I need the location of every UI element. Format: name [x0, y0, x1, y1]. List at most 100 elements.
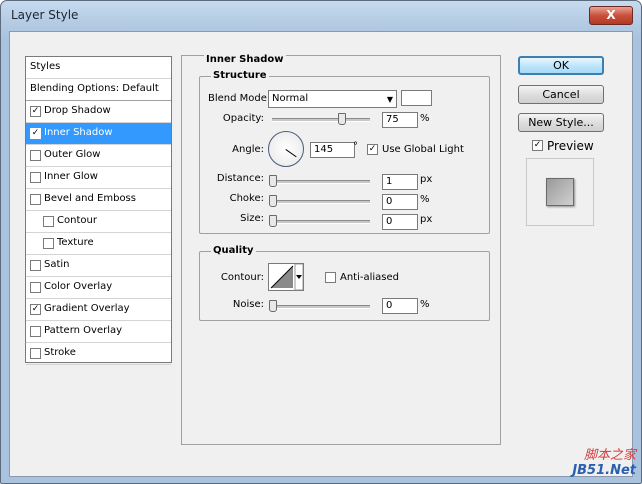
- choke-unit: %: [420, 194, 430, 205]
- style-checkbox[interactable]: [30, 348, 41, 359]
- panel-title: Inner Shadow: [204, 54, 286, 65]
- angle-dial-hand: [285, 149, 297, 158]
- style-item-color-overlay[interactable]: Color Overlay: [26, 277, 171, 299]
- noise-slider-thumb[interactable]: [269, 300, 277, 312]
- size-slider-thumb[interactable]: [269, 215, 277, 227]
- style-item-label: Bevel and Emboss: [44, 193, 136, 204]
- style-item-pattern-overlay[interactable]: Pattern Overlay: [26, 321, 171, 343]
- angle-input[interactable]: 145: [310, 142, 355, 158]
- opacity-slider-track[interactable]: [272, 118, 370, 122]
- preview-label: Preview: [547, 139, 594, 153]
- use-global-light-checkbox[interactable]: ✓: [367, 144, 378, 155]
- choke-input[interactable]: 0: [382, 194, 418, 210]
- degree-symbol: °: [353, 141, 358, 152]
- style-checkbox[interactable]: [30, 194, 41, 205]
- opacity-input[interactable]: 75: [382, 112, 418, 128]
- size-label: Size:: [240, 213, 264, 224]
- style-item-outer-glow[interactable]: Outer Glow: [26, 145, 171, 167]
- title-bar[interactable]: Layer Style X: [1, 1, 641, 29]
- styles-list: Styles Blending Options: Default ✓ Drop S…: [25, 56, 172, 365]
- distance-slider-thumb[interactable]: [269, 175, 278, 187]
- style-checkbox[interactable]: ✓: [30, 106, 41, 117]
- quality-group: [199, 251, 490, 321]
- style-checkbox[interactable]: [30, 150, 41, 161]
- preview-checkbox[interactable]: ✓: [532, 140, 543, 151]
- style-item-label: Drop Shadow: [44, 105, 111, 116]
- style-item-inner-shadow[interactable]: ✓ Inner Shadow: [26, 123, 171, 145]
- style-item-satin[interactable]: Satin: [26, 255, 171, 277]
- blending-options-label: Blending Options: Default: [30, 83, 159, 94]
- style-checkbox[interactable]: [30, 326, 41, 337]
- style-item-texture[interactable]: Texture: [26, 233, 171, 255]
- style-item-drop-shadow[interactable]: ✓ Drop Shadow: [26, 101, 171, 123]
- style-item-stroke[interactable]: Stroke: [26, 343, 171, 365]
- style-item-inner-glow[interactable]: Inner Glow: [26, 167, 171, 189]
- noise-input[interactable]: 0: [382, 298, 418, 314]
- style-item-label: Inner Glow: [44, 171, 98, 182]
- contour-label: Contour:: [220, 272, 264, 283]
- size-input[interactable]: 0: [382, 214, 418, 230]
- blend-mode-select[interactable]: Normal ▼: [268, 90, 397, 108]
- angle-dial[interactable]: [268, 131, 304, 167]
- style-item-label: Satin: [44, 259, 70, 270]
- blend-mode-label: Blend Mode:: [208, 93, 271, 104]
- style-item-label: Inner Shadow: [44, 127, 113, 138]
- style-checkbox[interactable]: [30, 172, 41, 183]
- structure-title: Structure: [211, 70, 269, 81]
- distance-label: Distance:: [216, 173, 264, 184]
- angle-label: Angle:: [232, 144, 264, 155]
- distance-unit: px: [420, 174, 433, 185]
- close-button[interactable]: X: [589, 6, 633, 25]
- size-slider-track[interactable]: [272, 220, 370, 224]
- style-item-label: Outer Glow: [44, 149, 101, 160]
- blending-options[interactable]: Blending Options: Default: [26, 79, 171, 101]
- preview-check-icon: ✓: [533, 140, 542, 150]
- contour-curve-icon: [270, 264, 303, 290]
- use-global-light-check-icon: ✓: [368, 144, 377, 154]
- opacity-slider-thumb[interactable]: [338, 113, 346, 125]
- choke-slider-thumb[interactable]: [269, 195, 277, 207]
- style-item-label: Pattern Overlay: [44, 325, 123, 336]
- style-item-bevel-and-emboss[interactable]: Bevel and Emboss: [26, 189, 171, 211]
- style-checkbox[interactable]: [43, 216, 54, 227]
- watermark: 脚本之家 JB51.Net: [572, 444, 636, 478]
- style-checkbox[interactable]: ✓: [30, 128, 41, 139]
- new-style-button[interactable]: New Style...: [518, 113, 604, 132]
- watermark-line-2: JB51.Net: [572, 463, 636, 478]
- cancel-button[interactable]: Cancel: [518, 85, 604, 104]
- style-checkbox[interactable]: [30, 260, 41, 271]
- style-item-gradient-overlay[interactable]: ✓ Gradient Overlay: [26, 299, 171, 321]
- style-item-contour[interactable]: Contour: [26, 211, 171, 233]
- noise-unit: %: [420, 299, 430, 310]
- close-icon: X: [606, 8, 616, 22]
- style-checkbox[interactable]: ✓: [30, 304, 41, 315]
- distance-slider-track[interactable]: [272, 180, 370, 184]
- contour-picker[interactable]: [268, 263, 304, 291]
- styles-header[interactable]: Styles: [26, 57, 171, 79]
- opacity-unit: %: [420, 113, 430, 124]
- quality-title: Quality: [211, 245, 256, 256]
- style-item-label: Texture: [57, 237, 94, 248]
- noise-label: Noise:: [232, 299, 264, 310]
- shadow-color-swatch[interactable]: [401, 90, 432, 106]
- style-item-label: Stroke: [44, 347, 76, 358]
- style-checkbox[interactable]: [43, 238, 54, 249]
- blend-mode-value: Normal: [272, 93, 309, 104]
- dropdown-arrow-icon: ▼: [386, 95, 393, 104]
- preview-thumbnail: [526, 158, 594, 226]
- size-unit: px: [420, 214, 433, 225]
- anti-aliased-label: Anti-aliased: [340, 272, 400, 283]
- choke-label: Choke:: [229, 193, 264, 204]
- opacity-label: Opacity:: [222, 113, 264, 124]
- distance-input[interactable]: 1: [382, 174, 418, 190]
- ok-button[interactable]: OK: [518, 56, 604, 75]
- styles-header-label: Styles: [30, 61, 61, 72]
- watermark-line-1: 脚本之家: [583, 448, 636, 463]
- style-checkbox[interactable]: [30, 282, 41, 293]
- preview-swatch: [546, 178, 574, 206]
- choke-slider-track[interactable]: [272, 200, 370, 204]
- noise-slider-track[interactable]: [272, 305, 370, 309]
- window-title: Layer Style: [11, 8, 79, 22]
- anti-aliased-checkbox[interactable]: [325, 272, 336, 283]
- style-item-label: Contour: [57, 215, 97, 226]
